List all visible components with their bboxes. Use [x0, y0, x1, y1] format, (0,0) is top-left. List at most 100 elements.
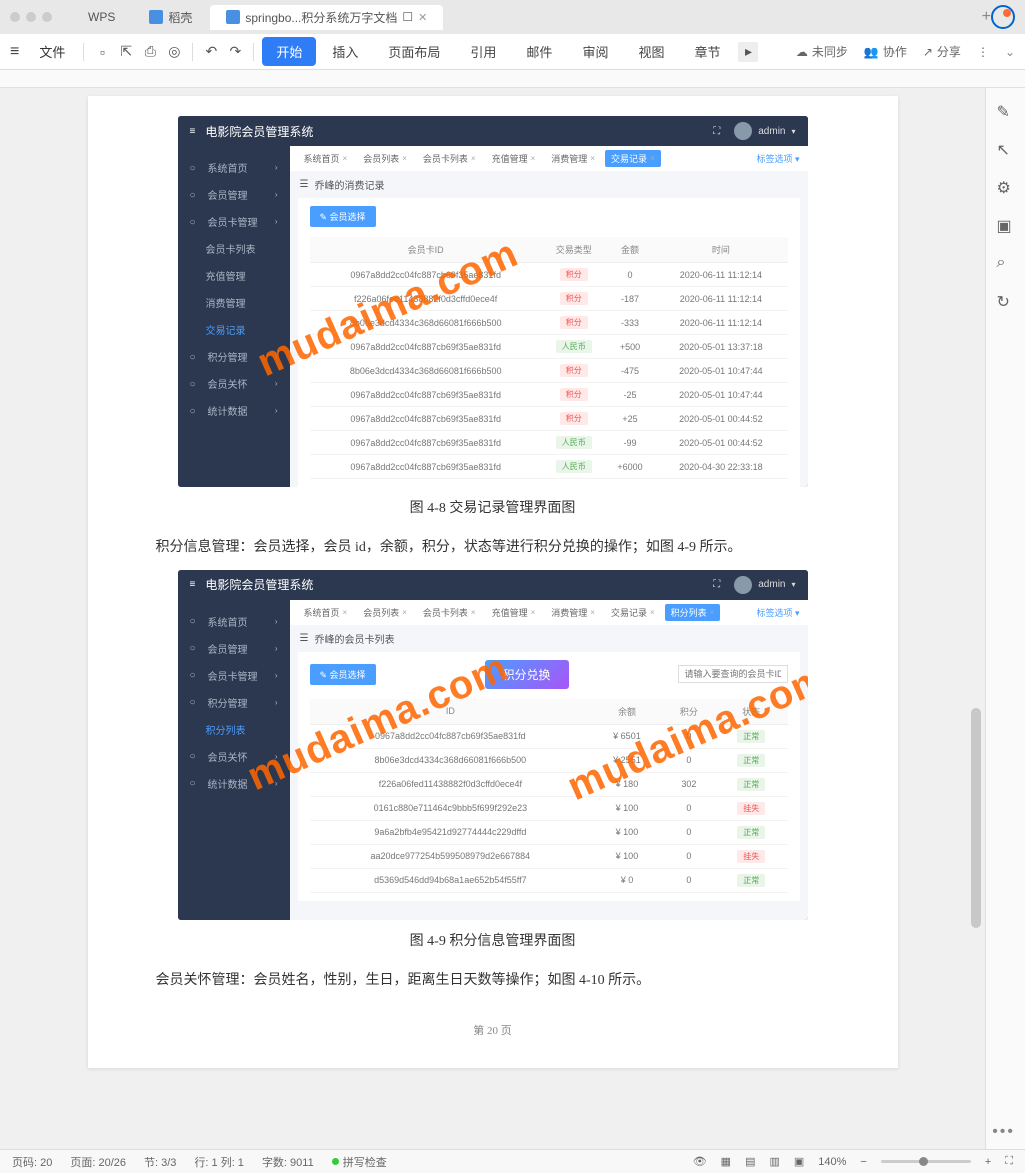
- sidebar-item[interactable]: ○会员管理›: [178, 635, 290, 662]
- status-cursor[interactable]: 行: 1 列: 1: [194, 1154, 244, 1170]
- zoom-slider[interactable]: [881, 1160, 971, 1163]
- sidebar-item[interactable]: ○会员关怀›: [178, 743, 290, 770]
- sidebar-item[interactable]: ○系统首页›: [178, 608, 290, 635]
- breadcrumb-item[interactable]: 充值管理 ×: [486, 150, 542, 167]
- close-icon[interactable]: ×: [650, 154, 655, 163]
- tag-select[interactable]: 标签选项 ▾: [756, 152, 799, 165]
- menu-引用[interactable]: 引用: [456, 37, 510, 66]
- zoom-in-icon[interactable]: +: [985, 1156, 991, 1168]
- breadcrumb-item[interactable]: 系统首页 ×: [298, 150, 354, 167]
- undo-icon[interactable]: ↶: [201, 42, 221, 62]
- close-icon[interactable]: ×: [402, 154, 407, 163]
- close-icon[interactable]: ×: [402, 608, 407, 617]
- more-icon[interactable]: •••: [992, 1123, 1015, 1141]
- zoom-out-icon[interactable]: −: [860, 1156, 866, 1168]
- breadcrumb-item[interactable]: 充值管理 ×: [486, 604, 542, 621]
- sync-status[interactable]: ☁未同步: [796, 43, 848, 60]
- close-icon[interactable]: ×: [590, 608, 595, 617]
- status-spellcheck[interactable]: 拼写检查: [332, 1154, 387, 1170]
- breadcrumb-item[interactable]: 会员列表 ×: [357, 604, 413, 621]
- sidebar-item[interactable]: ○会员管理›: [178, 181, 290, 208]
- collab-button[interactable]: 👥协作: [864, 43, 907, 60]
- member-select-button[interactable]: ✎ 会员选择: [310, 664, 376, 685]
- breadcrumb-item[interactable]: 交易记录 ×: [605, 604, 661, 621]
- breadcrumb-item[interactable]: 消费管理 ×: [545, 150, 601, 167]
- close-icon[interactable]: ×: [590, 154, 595, 163]
- image-icon[interactable]: ▣: [997, 216, 1015, 234]
- status-page[interactable]: 页面: 20/26: [70, 1154, 126, 1170]
- sidebar-item[interactable]: 消费管理: [178, 289, 290, 316]
- scrollbar[interactable]: [971, 88, 981, 1128]
- menu-插入[interactable]: 插入: [318, 37, 372, 66]
- sidebar-item[interactable]: ○会员卡管理›: [178, 662, 290, 689]
- sidebar-item[interactable]: ○统计数据›: [178, 397, 290, 424]
- breadcrumb-item[interactable]: 消费管理 ×: [545, 604, 601, 621]
- breadcrumb-item[interactable]: 会员卡列表 ×: [417, 604, 482, 621]
- save-icon[interactable]: ▫: [92, 42, 112, 62]
- menu-审阅[interactable]: 审阅: [568, 37, 622, 66]
- breadcrumb-item[interactable]: 系统首页 ×: [298, 604, 354, 621]
- view-mode-4-icon[interactable]: ▣: [794, 1155, 804, 1168]
- search-input[interactable]: [678, 665, 788, 683]
- min-dot[interactable]: [26, 12, 36, 22]
- scroll-thumb[interactable]: [971, 708, 981, 928]
- app-tab[interactable]: 稻壳: [133, 5, 208, 30]
- close-icon[interactable]: ×: [471, 154, 476, 163]
- preview-icon[interactable]: ◎: [164, 42, 184, 62]
- status-section[interactable]: 节: 3/3: [144, 1154, 176, 1170]
- sidebar-item[interactable]: ○统计数据›: [178, 770, 290, 797]
- breadcrumb-item[interactable]: 会员卡列表 ×: [417, 150, 482, 167]
- close-icon[interactable]: ×: [650, 608, 655, 617]
- select-icon[interactable]: ↖: [997, 140, 1015, 158]
- redo-icon[interactable]: ↷: [225, 42, 245, 62]
- settings-icon[interactable]: ⚙: [997, 178, 1015, 196]
- highlight-icon[interactable]: ✎: [997, 102, 1015, 120]
- menu-视图[interactable]: 视图: [624, 37, 678, 66]
- export-icon[interactable]: ⇱: [116, 42, 136, 62]
- view-mode-1-icon[interactable]: ▦: [721, 1155, 731, 1168]
- hamburger-icon[interactable]: ≡: [10, 43, 19, 61]
- exchange-button[interactable]: 积分兑换: [485, 660, 569, 689]
- view-mode-3-icon[interactable]: ▥: [769, 1155, 779, 1168]
- breadcrumb-item[interactable]: 积分列表 ×: [665, 604, 721, 621]
- close-icon[interactable]: ×: [343, 154, 348, 163]
- max-dot[interactable]: [42, 12, 52, 22]
- close-icon[interactable]: ×: [343, 608, 348, 617]
- sidebar-item[interactable]: 交易记录: [178, 316, 290, 343]
- status-words[interactable]: 字数: 9011: [262, 1154, 314, 1170]
- close-tab-icon[interactable]: ✕: [418, 11, 427, 24]
- tag-select[interactable]: 标签选项 ▾: [756, 606, 799, 619]
- menu-页面布局[interactable]: 页面布局: [374, 37, 454, 66]
- close-icon[interactable]: ×: [531, 608, 536, 617]
- scan-icon[interactable]: ⌕: [997, 254, 1015, 272]
- view-eye-icon[interactable]: 👁: [693, 1155, 707, 1168]
- sidebar-item[interactable]: ○会员关怀›: [178, 370, 290, 397]
- status-page-code[interactable]: 页码: 20: [12, 1154, 52, 1170]
- new-tab-button[interactable]: +: [982, 8, 991, 26]
- zoom-label[interactable]: 140%: [818, 1156, 846, 1168]
- view-mode-2-icon[interactable]: ▤: [745, 1155, 755, 1168]
- kebab-icon[interactable]: ⋮: [977, 45, 989, 59]
- app-tab[interactable]: WPS: [72, 6, 131, 28]
- menu-开始[interactable]: 开始: [262, 37, 316, 66]
- member-select-button[interactable]: ✎ 会员选择: [310, 206, 376, 227]
- print-icon[interactable]: ⎙: [140, 42, 160, 62]
- sidebar-item[interactable]: 充值管理: [178, 262, 290, 289]
- collapse-icon[interactable]: ⌄: [1005, 45, 1015, 59]
- app-tab[interactable]: springbo...积分系统万字文档 ☐ ✕: [210, 5, 443, 30]
- file-menu[interactable]: 文件: [29, 38, 75, 65]
- share-button[interactable]: ↗分享: [923, 43, 961, 60]
- menu-章节[interactable]: 章节: [680, 37, 734, 66]
- sidebar-item[interactable]: ○积分管理›: [178, 689, 290, 716]
- sidebar-item[interactable]: ○系统首页›: [178, 154, 290, 181]
- sidebar-item[interactable]: ○会员卡管理›: [178, 208, 290, 235]
- sidebar-item[interactable]: 会员卡列表: [178, 235, 290, 262]
- menu-邮件[interactable]: 邮件: [512, 37, 566, 66]
- sidebar-item[interactable]: ○积分管理›: [178, 343, 290, 370]
- history-icon[interactable]: ↻: [997, 292, 1015, 310]
- breadcrumb-item[interactable]: 会员列表 ×: [357, 150, 413, 167]
- sidebar-item[interactable]: 积分列表: [178, 716, 290, 743]
- fullscreen-icon[interactable]: ⛶: [1005, 1155, 1013, 1168]
- breadcrumb-item[interactable]: 交易记录 ×: [605, 150, 661, 167]
- close-dot[interactable]: [10, 12, 20, 22]
